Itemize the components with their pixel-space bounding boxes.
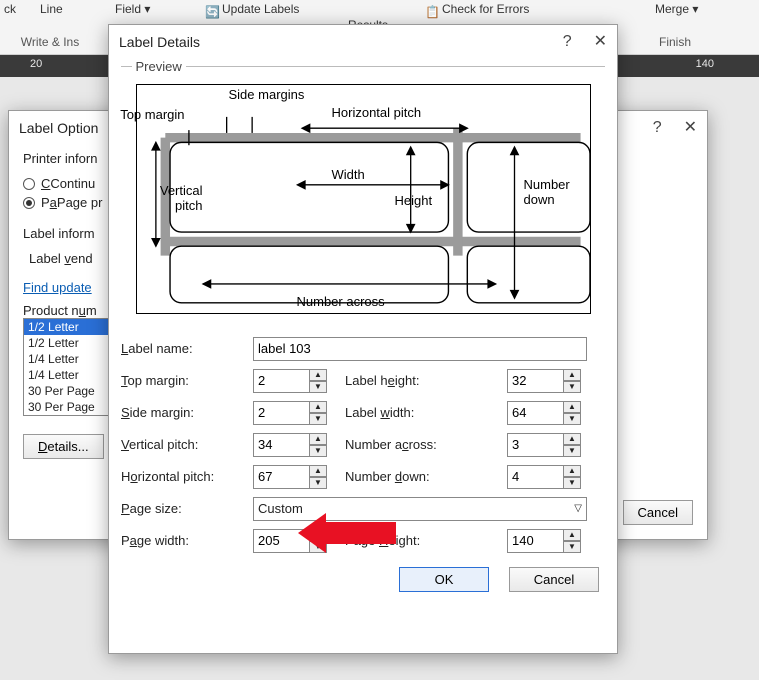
radio-continuous[interactable]: CContinu	[23, 176, 95, 191]
spin-up-icon[interactable]: ▲	[309, 465, 327, 477]
label-details-dialog: Label Details ? ✕ Preview	[108, 24, 618, 654]
diagram-horizontal-pitch-label: Horizontal pitch	[332, 105, 422, 120]
number-across-input[interactable]: ▲▼	[507, 433, 587, 457]
side-margin-label: Side margin:	[121, 405, 241, 420]
horizontal-pitch-label: Horizontal pitch:	[121, 469, 241, 484]
label-width-input[interactable]: ▲▼	[507, 401, 587, 425]
spin-up-icon[interactable]: ▲	[563, 465, 581, 477]
cancel-button[interactable]: Cancel	[509, 567, 599, 592]
ribbon-group-write: Write & Ins	[0, 0, 100, 49]
diagram-height-label: Height	[395, 193, 433, 208]
list-item[interactable]: 1/2 Letter	[24, 319, 110, 335]
find-updates-link[interactable]: Find update	[23, 280, 92, 295]
spin-down-icon[interactable]: ▼	[563, 413, 581, 425]
spin-up-icon[interactable]: ▲	[563, 401, 581, 413]
details-button[interactable]: DDetails...etails...	[23, 434, 104, 459]
list-item[interactable]: 1/4 Letter	[24, 367, 110, 383]
ribbon-check-errors[interactable]: 📋Check for Errors	[425, 2, 529, 19]
cancel-button[interactable]: Cancel	[623, 500, 693, 525]
chevron-down-icon: ▽	[574, 503, 582, 514]
ok-button[interactable]: OK	[399, 567, 489, 592]
vertical-pitch-input[interactable]: ▲▼	[253, 433, 333, 457]
list-item[interactable]: 1/2 Letter	[24, 335, 110, 351]
label-width-label: Label width:	[345, 405, 495, 420]
page-height-input[interactable]: ▲▼	[507, 529, 587, 553]
number-down-label: Number down:	[345, 469, 495, 484]
list-item[interactable]: 1/4 Letter	[24, 351, 110, 367]
number-across-label: Number across:	[345, 437, 495, 452]
close-button[interactable]: ✕	[684, 111, 697, 145]
horizontal-pitch-input[interactable]: ▲▼	[253, 465, 333, 489]
ribbon-update-labels[interactable]: 🔄Update Labels	[205, 2, 299, 19]
product-listbox[interactable]: 1/2 Letter 1/2 Letter 1/4 Letter 1/4 Let…	[23, 318, 111, 416]
ruler-tick-left: 20	[30, 58, 42, 70]
diagram-number-across-label: Number across	[297, 294, 385, 309]
side-margin-input[interactable]: ▲▼	[253, 401, 333, 425]
spin-up-icon[interactable]: ▲	[309, 369, 327, 381]
spin-up-icon[interactable]: ▲	[563, 433, 581, 445]
spin-up-icon[interactable]: ▲	[563, 529, 581, 541]
diagram-vertical-pitch-label: Vertical pitch	[133, 183, 203, 213]
page-size-label: Page size:	[121, 501, 241, 516]
list-item[interactable]: 30 Per Page	[24, 399, 110, 415]
spin-down-icon[interactable]: ▼	[563, 381, 581, 393]
ribbon-field[interactable]: Field ▾	[115, 2, 150, 16]
spin-up-icon[interactable]: ▲	[563, 369, 581, 381]
label-diagram: Side margins Top margin Horizontal pitch…	[136, 84, 591, 314]
radio-page[interactable]: PaPage pr	[23, 195, 102, 210]
close-button[interactable]: ✕	[594, 25, 607, 59]
number-down-input[interactable]: ▲▼	[507, 465, 587, 489]
spin-down-icon[interactable]: ▼	[563, 445, 581, 457]
diagram-width-label: Width	[332, 167, 365, 182]
dialog-title: Label Details	[119, 25, 563, 59]
ribbon-group-finish: Finish	[635, 0, 715, 49]
top-margin-label: Top margin:	[121, 373, 241, 388]
refresh-icon: 🔄	[205, 5, 219, 19]
checklist-icon: 📋	[425, 5, 439, 19]
diagram-side-margins-label: Side margins	[229, 87, 305, 102]
spin-up-icon[interactable]: ▲	[309, 401, 327, 413]
annotation-arrow	[298, 513, 396, 553]
spin-down-icon[interactable]: ▼	[309, 381, 327, 393]
label-name-input[interactable]	[253, 337, 587, 361]
list-item[interactable]: 30 Per Page	[24, 383, 110, 399]
page-width-label: Page width:	[121, 533, 241, 548]
help-button[interactable]: ?	[563, 25, 572, 59]
label-height-label: Label height:	[345, 373, 495, 388]
page-size-value: Custom	[258, 501, 303, 516]
preview-legend: Preview	[132, 59, 186, 74]
vertical-pitch-label: Vertical pitch:	[121, 437, 241, 452]
spin-down-icon[interactable]: ▼	[309, 413, 327, 425]
top-margin-input[interactable]: ▲▼	[253, 369, 333, 393]
diagram-top-margin-label: Top margin	[120, 107, 184, 122]
spin-down-icon[interactable]: ▼	[309, 445, 327, 457]
label-height-input[interactable]: ▲▼	[507, 369, 587, 393]
preview-group: Preview	[121, 59, 605, 333]
spin-down-icon[interactable]: ▼	[309, 477, 327, 489]
titlebar: Label Details ? ✕	[109, 25, 617, 59]
label-name-label: Label name:	[121, 341, 241, 356]
help-button[interactable]: ?	[653, 111, 662, 145]
diagram-number-down-label: Number down	[524, 177, 584, 207]
spin-up-icon[interactable]: ▲	[309, 433, 327, 445]
ruler-tick-right: 140	[696, 58, 714, 70]
spin-down-icon[interactable]: ▼	[563, 477, 581, 489]
spin-down-icon[interactable]: ▼	[563, 541, 581, 553]
